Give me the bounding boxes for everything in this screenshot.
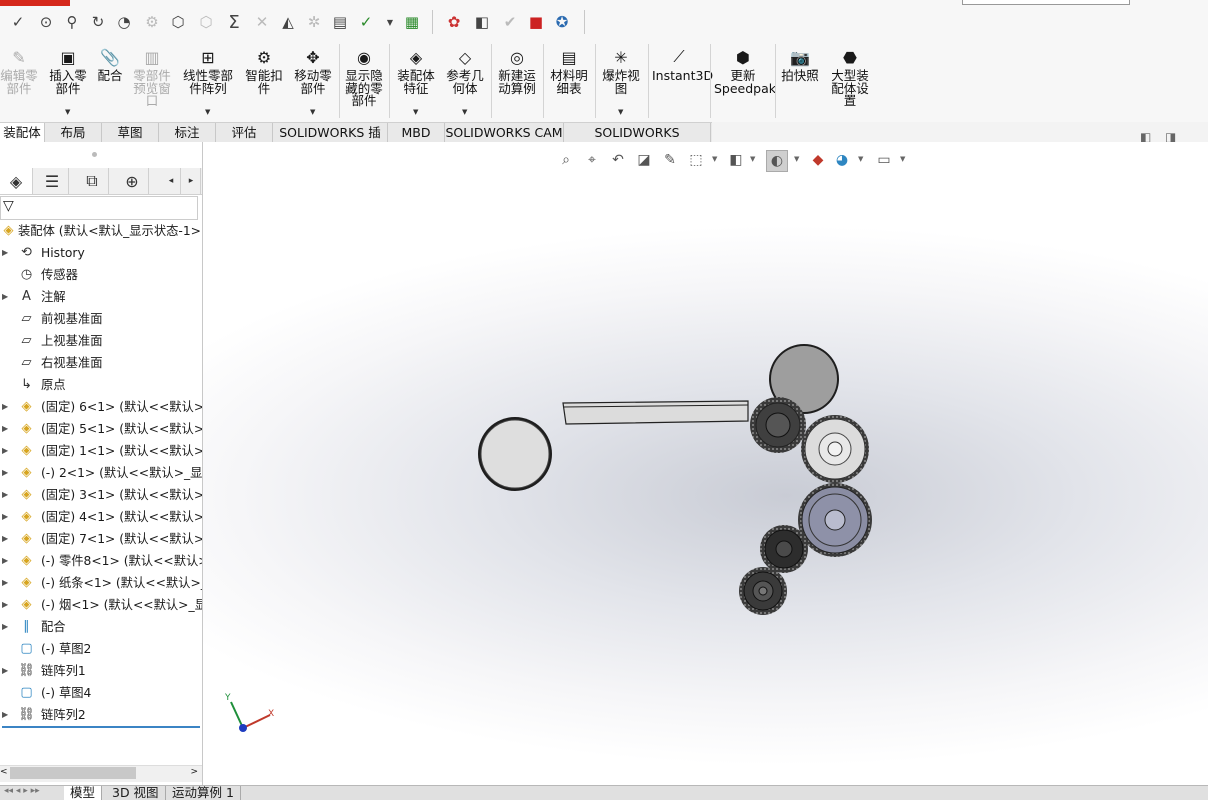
triad-x-label: X xyxy=(268,709,274,719)
tab-model[interactable]: 模型 xyxy=(64,786,103,800)
tab-motion-study[interactable]: 运动算例 1 xyxy=(166,786,241,800)
gear-dark-3[interactable] xyxy=(739,567,787,615)
paper-strip[interactable] xyxy=(562,400,749,425)
reference-triad: Y X xyxy=(224,693,274,732)
triad-y-label: Y xyxy=(224,693,231,703)
gear-light[interactable] xyxy=(801,415,869,483)
nav-arrows-icon[interactable]: ◂◂ ◂ ▸ ▸▸ xyxy=(4,786,40,796)
gear-dark-2[interactable] xyxy=(760,525,808,573)
tab-3d-view[interactable]: 3D 视图 xyxy=(106,786,166,800)
gear-dark-1[interactable] xyxy=(750,397,806,453)
model-scene: Y X xyxy=(224,344,872,732)
roller-left[interactable] xyxy=(478,417,552,491)
bottom-tabs: ◂◂ ◂ ▸ ▸▸ 模型 3D 视图 运动算例 1 xyxy=(0,785,1208,800)
gear-blue[interactable] xyxy=(798,483,872,557)
